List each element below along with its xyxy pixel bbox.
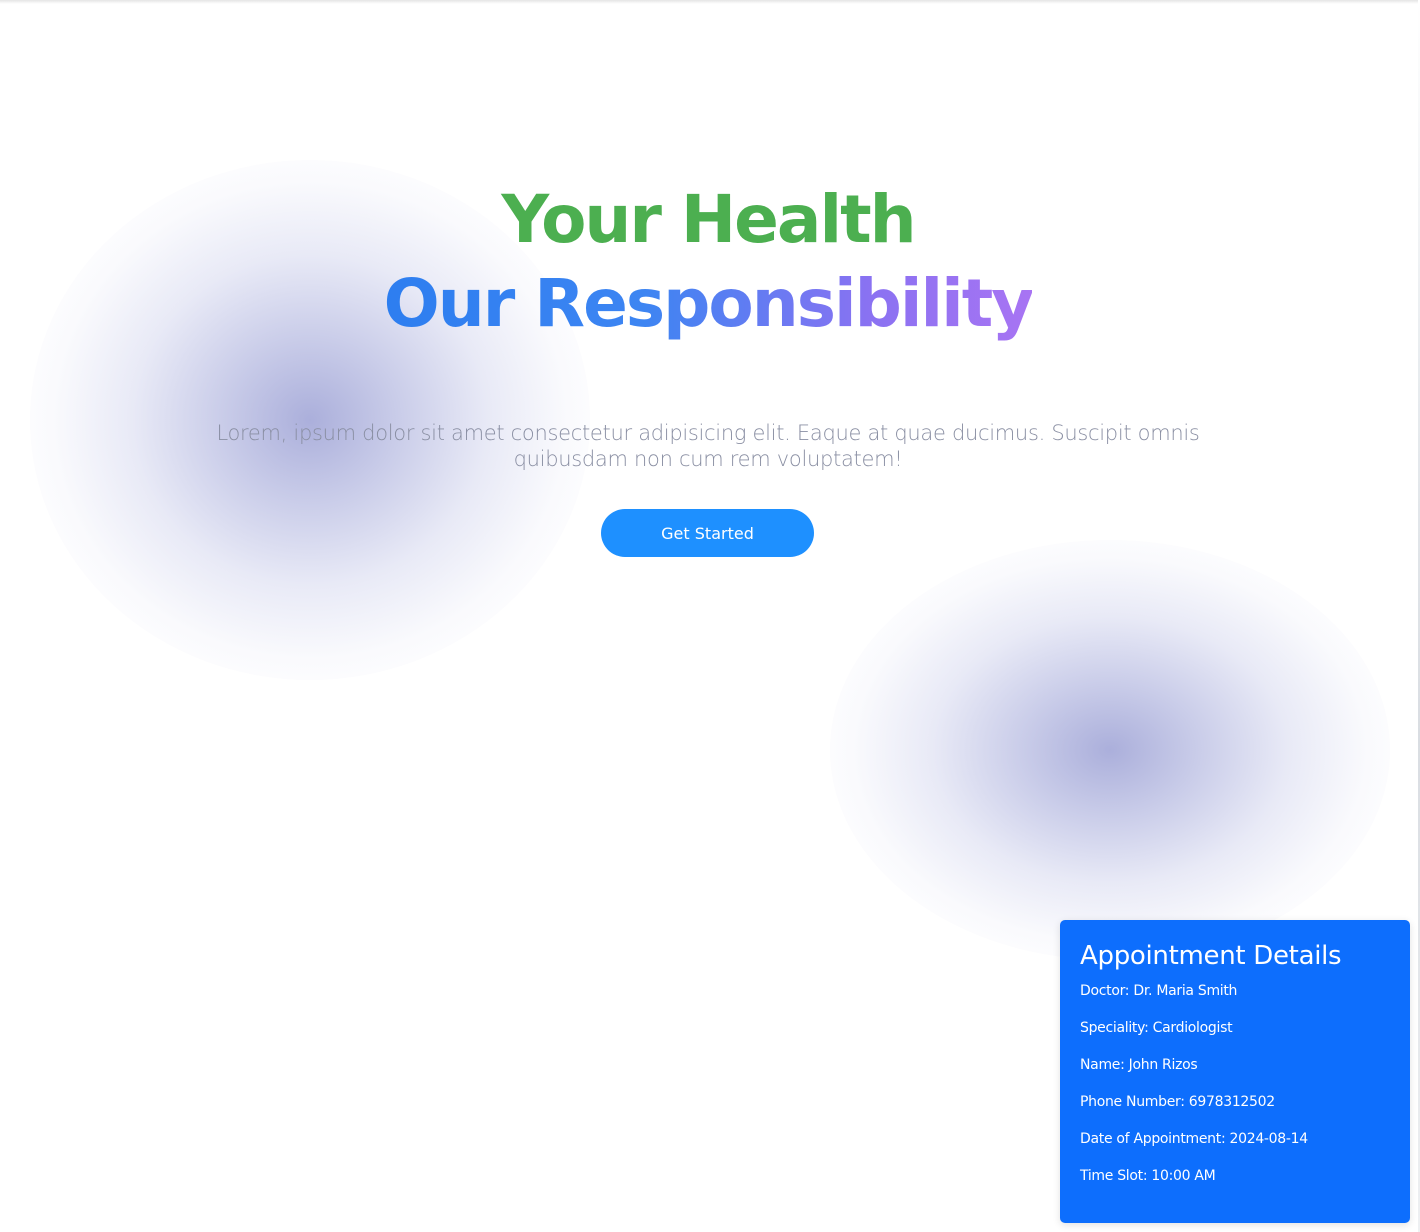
hero-title-line-2-wrapper: Our Responsibility [0, 262, 1418, 346]
appointment-card-title: Appointment Details [1080, 941, 1342, 971]
decorative-blob-right [830, 540, 1390, 960]
appointment-phone-number: Phone Number: 6978312502 [1080, 1094, 1275, 1110]
appointment-patient-name: Name: John Rizos [1080, 1057, 1198, 1073]
hero-title-line-2: Our Responsibility [384, 262, 1035, 346]
appointment-speciality: Speciality: Cardiologist [1080, 1020, 1233, 1036]
get-started-button[interactable]: Get Started [601, 509, 814, 557]
hero-section: Your Health Our Responsibility [0, 178, 1420, 346]
landing-page: Your Health Our Responsibility Lorem, ip… [0, 0, 1420, 1232]
appointment-details-card: Appointment Details Doctor: Dr. Maria Sm… [1060, 920, 1410, 1223]
appointment-doctor: Doctor: Dr. Maria Smith [1080, 983, 1238, 999]
header-shadow [0, 0, 1420, 4]
appointment-details-list: Doctor: Dr. Maria Smith Speciality: Card… [1080, 973, 1390, 1195]
appointment-time-slot: Time Slot: 10:00 AM [1080, 1168, 1216, 1184]
hero-title-line-1: Your Health [501, 181, 916, 258]
appointment-date: Date of Appointment: 2024-08-14 [1080, 1131, 1308, 1147]
hero-subtitle: Lorem, ipsum dolor sit amet consectetur … [216, 421, 1200, 471]
